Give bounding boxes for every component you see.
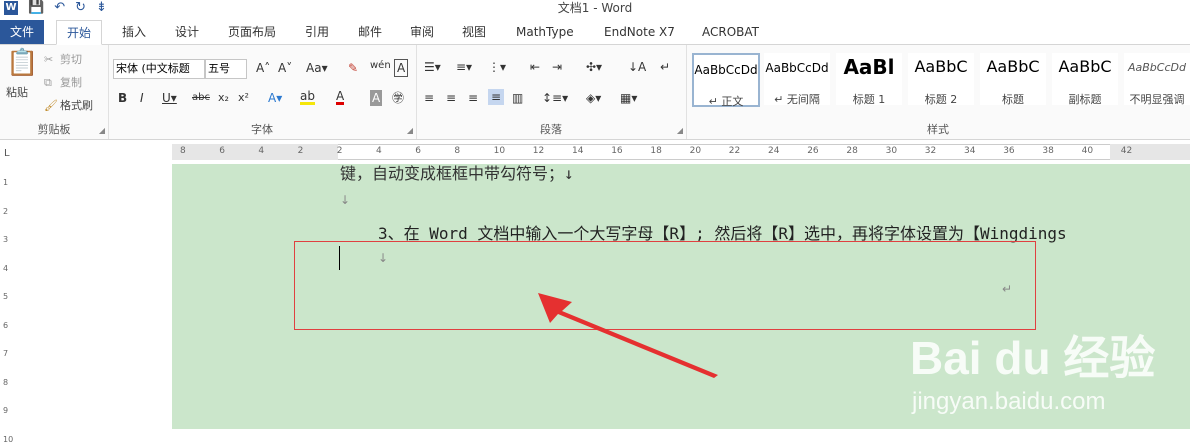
vruler-tick-label: 10	[3, 434, 14, 444]
baidu-watermark-url: jingyan.baidu.com	[912, 388, 1106, 415]
baidu-watermark: Bai du 经验	[910, 332, 1156, 384]
